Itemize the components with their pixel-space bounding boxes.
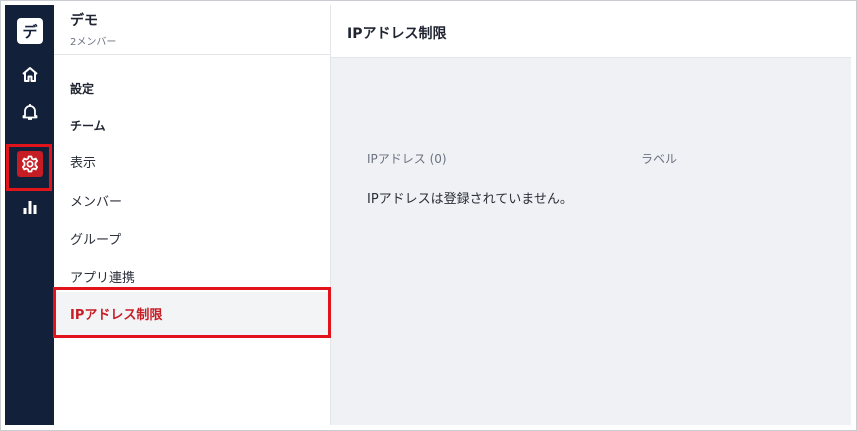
settings-highlight-box [6, 144, 52, 191]
rail-notifications-button[interactable] [17, 99, 43, 125]
sidebar-item-groups[interactable]: グループ [70, 229, 121, 248]
workspace-initial: デ [22, 22, 38, 41]
sidebar-item-app-integration[interactable]: アプリ連携 [70, 267, 135, 286]
section-team-heading: チーム [70, 119, 106, 133]
rail-home-button[interactable] [17, 62, 43, 88]
bell-icon [22, 104, 38, 120]
sidebar-item-members[interactable]: メンバー [70, 191, 122, 210]
workspace-logo[interactable]: デ [17, 18, 43, 44]
page-title: IPアドレス制限 [347, 26, 447, 42]
empty-state-message: IPアドレスは登録されていません。 [367, 192, 573, 207]
ip-restriction-highlight-box [53, 287, 331, 338]
main-header: IPアドレス制限 [331, 5, 851, 58]
column-header-ip-address: IPアドレス (0) [367, 152, 447, 166]
workspace-member-count: 2メンバー [70, 37, 117, 48]
column-header-label: ラベル [641, 152, 678, 166]
home-icon [22, 67, 38, 82]
main-content: IPアドレス (0) ラベル IPアドレスは登録されていません。 [331, 58, 851, 425]
workspace-header[interactable]: デモ 2メンバー [54, 5, 330, 55]
settings-sidebar: デモ 2メンバー 設定 チーム 表示 メンバー グループ アプリ連携 IPアドレ… [54, 5, 331, 425]
workspace-name: デモ [70, 13, 98, 29]
bar-chart-icon [23, 201, 37, 214]
icon-rail: デ [5, 5, 54, 425]
section-settings-heading: 設定 [70, 82, 95, 96]
sidebar-item-display[interactable]: 表示 [70, 152, 96, 171]
rail-analytics-button[interactable] [17, 194, 43, 220]
